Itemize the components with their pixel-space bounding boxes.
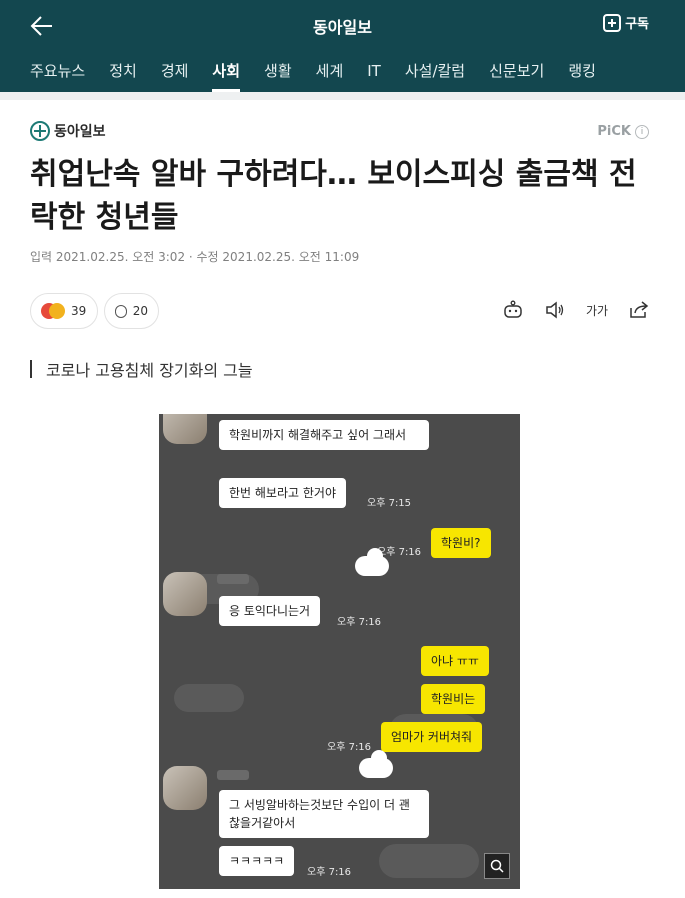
chat-message-out: 아냐 ㅠㅠ bbox=[421, 646, 489, 676]
nav-item-life[interactable]: 생활 bbox=[264, 56, 292, 92]
nav-item-society[interactable]: 사회 bbox=[212, 56, 240, 92]
comment-bubble-icon bbox=[115, 304, 127, 318]
nav-item-politics[interactable]: 정치 bbox=[109, 56, 137, 92]
category-nav: 주요뉴스 정치 경제 사회 생활 세계 IT 사설/칼럼 신문보기 랭킹 bbox=[30, 56, 620, 92]
reaction-button[interactable]: 39 bbox=[30, 293, 98, 329]
subscribe-button[interactable]: 구독 bbox=[603, 13, 649, 32]
chat-message-out: 학원비? bbox=[431, 528, 491, 558]
font-size-icon[interactable]: 가가 bbox=[585, 298, 609, 322]
chat-message-in: 응 토익다니는거 bbox=[219, 596, 321, 626]
article-headline: 취업난속 알바 구하려다… 보이스피싱 출금책 전락한 청년들 bbox=[30, 157, 637, 235]
subtitle-text: 코로나 고용침체 장기화의 그늘 bbox=[46, 361, 253, 380]
article-photo[interactable]: 학원비까지 해결해주고 싶어 그래서 한번 해보라고 한거야 오후 7:15 학… bbox=[159, 414, 520, 889]
message-time: 오후 7:16 bbox=[337, 617, 382, 628]
sad-emoji-icon bbox=[49, 303, 65, 319]
zoom-icon[interactable] bbox=[484, 853, 510, 879]
avatar bbox=[163, 766, 207, 810]
brand-title[interactable]: 동아일보 bbox=[0, 14, 685, 38]
chat-message-out: 엄마가 커버쳐줘 bbox=[381, 722, 483, 752]
nav-item-opinion[interactable]: 사설/칼럼 bbox=[405, 56, 465, 92]
chat-message-in: 한번 해보라고 한거야 bbox=[219, 478, 346, 508]
message-time: 오후 7:16 bbox=[377, 547, 422, 558]
message-time: 오후 7:15 bbox=[367, 498, 412, 509]
reaction-count: 39 bbox=[71, 304, 87, 318]
avatar bbox=[163, 572, 207, 616]
bg-cloud bbox=[379, 844, 479, 878]
sender-name bbox=[217, 770, 249, 780]
robot-icon[interactable] bbox=[501, 298, 525, 322]
avatar bbox=[163, 414, 207, 444]
bg-cloud bbox=[174, 684, 244, 712]
chat-message-in: ㅋㅋㅋㅋㅋ bbox=[219, 846, 295, 876]
nav-item-newspaper[interactable]: 신문보기 bbox=[489, 56, 544, 92]
subtitle-bar bbox=[30, 360, 32, 378]
nav-item-ranking[interactable]: 랭킹 bbox=[568, 56, 596, 92]
cloud-sticker-icon bbox=[355, 548, 389, 576]
speaker-icon[interactable] bbox=[543, 298, 567, 322]
nav-item-economy[interactable]: 경제 bbox=[161, 56, 189, 92]
logo-emblem-icon bbox=[30, 121, 50, 141]
share-icon[interactable] bbox=[627, 298, 651, 322]
message-time: 오후 7:16 bbox=[307, 867, 352, 878]
subscribe-label: 구독 bbox=[625, 17, 649, 32]
pick-badge[interactable]: PiCK i bbox=[597, 124, 649, 139]
article-meta: 입력 2021.02.25. 오전 3:02 · 수정 2021.02.25. … bbox=[30, 250, 360, 264]
cloud-sticker-icon bbox=[359, 750, 393, 778]
comment-count: 20 bbox=[132, 304, 148, 318]
logo-text: 동아일보 bbox=[54, 124, 106, 140]
article-tools: 가가 bbox=[501, 298, 651, 322]
chat-message-out: 학원비는 bbox=[421, 684, 486, 714]
top-header: 동아일보 구독 주요뉴스 정치 경제 사회 생활 세계 IT 사설/칼럼 신문보… bbox=[0, 0, 685, 92]
article-subtitle: 코로나 고용침체 장기화의 그늘 bbox=[30, 357, 253, 381]
pick-label: PiCK bbox=[597, 124, 631, 139]
nav-item-main[interactable]: 주요뉴스 bbox=[30, 56, 85, 92]
chat-message-in: 학원비까지 해결해주고 싶어 그래서 bbox=[219, 420, 429, 450]
divider bbox=[0, 92, 685, 100]
nav-item-world[interactable]: 세계 bbox=[316, 56, 344, 92]
press-logo[interactable]: 동아일보 bbox=[30, 121, 106, 141]
info-icon[interactable]: i bbox=[635, 124, 649, 139]
chat-message-in: 그 서빙알바하는것보단 수입이 더 괜찮을거같아서 bbox=[219, 790, 429, 838]
sender-name bbox=[217, 574, 249, 584]
nav-item-it[interactable]: IT bbox=[367, 56, 381, 92]
plus-box-icon bbox=[603, 13, 622, 32]
comment-button[interactable]: 20 bbox=[104, 293, 159, 329]
message-time: 오후 7:16 bbox=[327, 742, 372, 753]
